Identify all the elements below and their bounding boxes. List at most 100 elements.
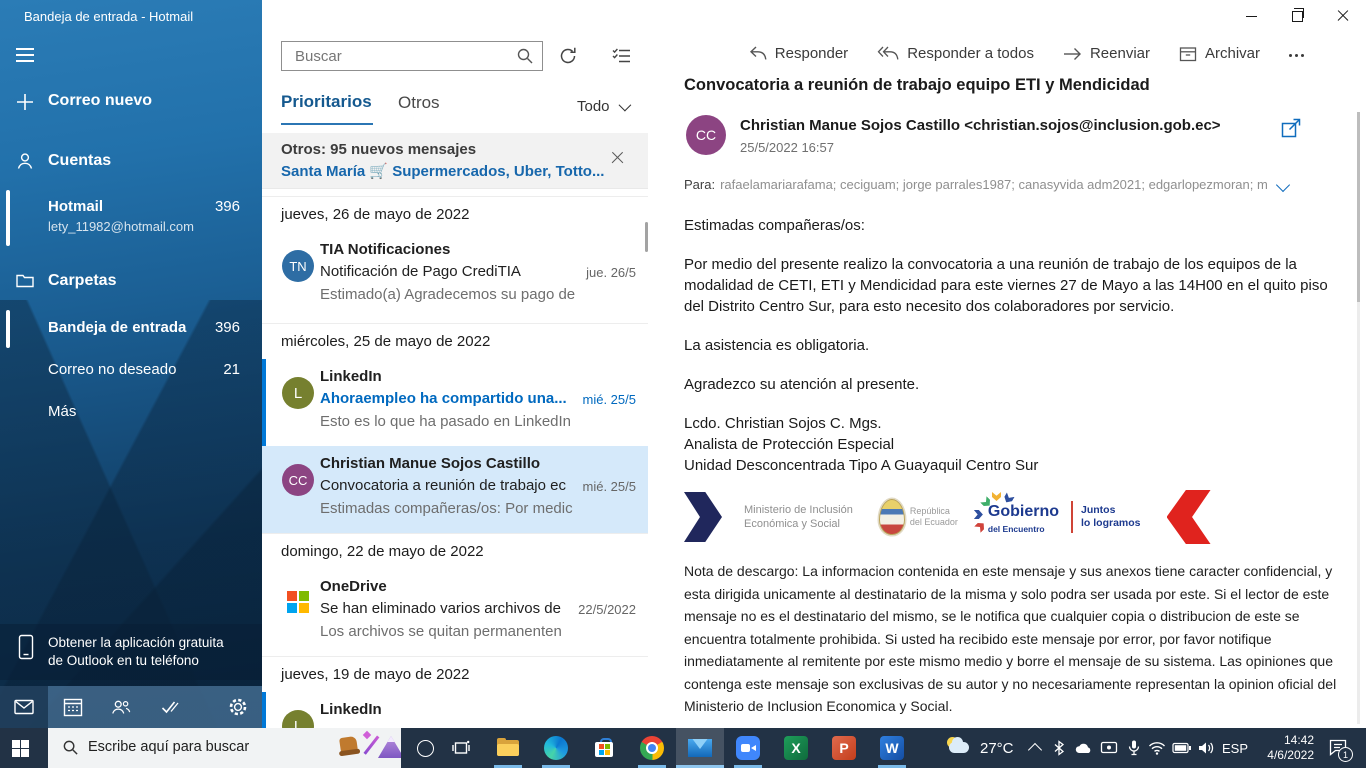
message-row-linkedin-partial[interactable]: L LinkedIn — [262, 692, 648, 728]
date-group-header: miércoles, 25 de mayo de 2022 — [262, 323, 648, 360]
taskbar-excel[interactable]: X — [784, 736, 808, 760]
juntos-label: Juntos lo logramos — [1081, 504, 1141, 529]
wifi-icon[interactable] — [1148, 739, 1166, 757]
gobierno-arrows-icon — [973, 492, 1020, 532]
red-chevron-logo — [1166, 490, 1211, 544]
weather-icon[interactable] — [946, 737, 972, 759]
to-recipients: rafaelamariarafama; ceciguam; jorge parr… — [720, 177, 1268, 192]
reply-icon — [749, 46, 767, 60]
clock-time: 14:42 — [1283, 733, 1314, 747]
folder-more-label: Más — [48, 403, 77, 420]
people-icon[interactable] — [110, 696, 132, 718]
filter-dropdown[interactable]: Todo — [577, 98, 631, 115]
todo-check-icon[interactable] — [159, 696, 181, 718]
more-actions-button[interactable] — [1289, 50, 1304, 57]
taskbar-word[interactable]: W — [880, 736, 904, 760]
email-subject: Convocatoria a reunión de trabajo equipo… — [684, 76, 1150, 94]
search-input[interactable] — [282, 42, 542, 70]
message-row-linkedin[interactable]: L LinkedIn Ahoraempleo ha compartido una… — [262, 359, 648, 446]
tray-overflow-chevron-icon[interactable] — [1027, 742, 1043, 758]
minimize-button[interactable] — [1228, 0, 1274, 32]
sync-refresh-icon[interactable] — [557, 45, 579, 67]
message-time: 22/5/2022 — [578, 602, 636, 617]
restore-button[interactable] — [1274, 0, 1320, 32]
settings-gear-icon[interactable] — [227, 696, 249, 718]
forward-button[interactable]: Reenviar — [1063, 45, 1150, 62]
message-sender: LinkedIn — [320, 701, 382, 718]
person-icon — [17, 153, 33, 169]
signature-line: Unidad Desconcentrada Tipo A Guayaquil C… — [684, 457, 1039, 474]
phone-icon — [18, 634, 34, 660]
forward-icon — [1063, 47, 1081, 60]
message-row-onedrive[interactable]: OneDrive Se han eliminado varios archivo… — [262, 569, 648, 656]
taskbar-edge[interactable] — [544, 736, 568, 760]
battery-icon[interactable] — [1172, 739, 1192, 757]
banner-close-icon[interactable] — [610, 151, 624, 165]
outlook-promo-banner[interactable]: Obtener la aplicación gratuita de Outloo… — [0, 624, 262, 680]
task-view-button[interactable] — [452, 740, 470, 756]
search-box[interactable] — [281, 41, 543, 71]
speaker-icon[interactable] — [1197, 739, 1215, 757]
message-preview: Estimado(a) Agradecemos su pago de — [320, 286, 576, 303]
reading-scrollbar-thumb[interactable] — [1357, 112, 1360, 302]
taskbar-search-box[interactable]: Escribe aquí para buscar — [48, 728, 401, 768]
date-group-header: jueves, 26 de mayo de 2022 — [262, 196, 648, 233]
close-button[interactable] — [1320, 0, 1366, 32]
folder-junk-count: 21 — [223, 361, 240, 378]
powerpoint-icon: P — [832, 736, 856, 760]
calendar-icon[interactable] — [62, 696, 84, 718]
close-icon — [1337, 10, 1349, 22]
microphone-icon[interactable] — [1126, 739, 1142, 757]
search-icon — [517, 48, 533, 64]
archive-button[interactable]: Archivar — [1179, 45, 1260, 62]
zoom-icon — [736, 736, 760, 760]
search-highlight-art — [378, 736, 401, 758]
message-subject: Notificación de Pago CrediTIA — [320, 263, 521, 280]
body-paragraph: Por medio del presente realizo la convoc… — [684, 256, 1328, 315]
tab-otros[interactable]: Otros — [398, 93, 440, 113]
clock[interactable]: 14:42 4/6/2022 — [1252, 733, 1314, 763]
reply-button[interactable]: Responder — [748, 45, 848, 62]
taskbar-chrome[interactable] — [640, 736, 664, 760]
cortana-button[interactable] — [417, 740, 434, 757]
language-indicator[interactable]: ESP — [1222, 741, 1248, 756]
taskbar-file-explorer[interactable] — [496, 736, 520, 760]
tab-prioritarios[interactable]: Prioritarios — [281, 92, 372, 112]
meet-now-cast-icon[interactable] — [1100, 739, 1118, 757]
open-in-new-window-icon[interactable] — [1280, 117, 1302, 139]
ecuador-crest-icon — [878, 499, 905, 535]
body-paragraph: Estimadas compañeras/os: — [684, 217, 865, 234]
reply-all-label: Responder a todos — [907, 45, 1034, 62]
taskbar-zoom[interactable] — [736, 736, 760, 760]
mail-icon[interactable] — [13, 696, 35, 718]
start-button[interactable] — [12, 740, 29, 757]
hamburger-menu-icon[interactable] — [16, 48, 34, 62]
body-paragraph: La asistencia es obligatoria. — [684, 337, 870, 354]
taskbar-powerpoint[interactable]: P — [832, 736, 856, 760]
gobierno-divider — [1071, 501, 1073, 533]
expand-recipients-chevron-icon[interactable] — [1275, 177, 1291, 193]
temperature[interactable]: 27°C — [980, 740, 1014, 757]
sender-avatar[interactable]: CC — [686, 115, 726, 155]
message-preview: Esto es lo que ha pasado en LinkedIn — [320, 413, 572, 430]
message-preview: Estimadas compañeras/os: Por medic — [320, 500, 573, 517]
taskbar-store[interactable] — [592, 736, 616, 760]
reply-all-button[interactable]: Responder a todos — [877, 45, 1034, 62]
account-name: Hotmail — [48, 198, 104, 215]
onedrive-cloud-icon[interactable] — [1074, 739, 1094, 757]
archive-icon — [1179, 46, 1197, 61]
plus-icon — [17, 94, 33, 110]
message-row-christian-selected[interactable]: CC Christian Manue Sojos Castillo Convoc… — [262, 446, 648, 533]
other-inbox-banner[interactable]: Otros: 95 nuevos mensajes Santa María 🛒 … — [262, 133, 648, 189]
body-paragraph: Agradezco su atención al presente. — [684, 376, 920, 393]
bluetooth-icon[interactable] — [1052, 739, 1066, 757]
selection-mode-icon[interactable] — [611, 45, 633, 67]
minimize-icon — [1245, 15, 1257, 17]
edge-icon — [544, 736, 568, 760]
action-center-button[interactable]: 1 — [1328, 738, 1353, 762]
banner-title: Otros: 95 nuevos mensajes — [281, 141, 477, 158]
folder-inbox-label: Bandeja de entrada — [48, 319, 187, 336]
unread-indicator — [262, 359, 266, 446]
taskbar-mail-active[interactable] — [676, 728, 724, 768]
message-row-tia[interactable]: TN TIA Notificaciones Notificación de Pa… — [262, 232, 648, 322]
